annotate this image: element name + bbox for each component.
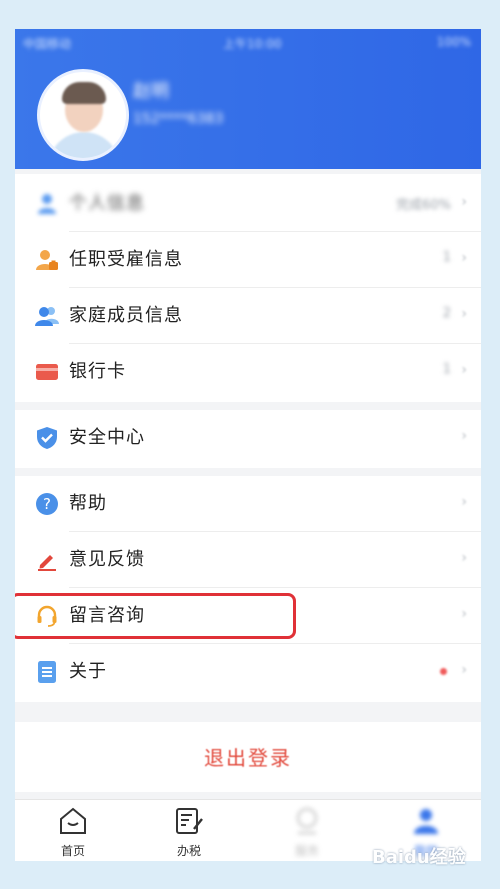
menu-label: 银行卡	[69, 361, 126, 382]
menu-item-feedback[interactable]: 意见反馈 ›	[15, 532, 481, 588]
menu-label: 家庭成员信息	[69, 305, 183, 326]
menu-value: 2	[442, 306, 451, 321]
family-icon	[35, 307, 59, 326]
menu-label: 帮助	[69, 493, 107, 514]
status-bar: 中国移动 上午10:00 100%	[15, 29, 481, 55]
security-card: 安全中心 ›	[15, 410, 481, 468]
tab-label: 办税	[176, 844, 201, 858]
logout-label: 退出登录	[204, 746, 292, 770]
user-name: 赵明	[133, 81, 169, 102]
tax-icon	[176, 808, 203, 834]
menu-value: 1	[442, 250, 451, 265]
menu-label: 个人信息	[69, 193, 145, 214]
chevron-right-icon: ›	[461, 194, 467, 210]
document-icon	[38, 661, 56, 683]
menu-value: 完成60%	[396, 198, 451, 213]
tab-tax[interactable]: 办税	[154, 804, 224, 860]
chevron-right-icon: ›	[461, 606, 467, 622]
chevron-right-icon: ›	[461, 250, 467, 266]
question-icon: ?	[36, 493, 58, 515]
highlight-box	[15, 593, 296, 639]
watermark: Baidu经验	[372, 847, 466, 868]
service-icon	[297, 808, 317, 834]
svg-text:?: ?	[43, 495, 51, 513]
profile-header: 中国移动 上午10:00 100% 赵明 152****6383	[15, 29, 481, 169]
menu-value: 1	[442, 362, 451, 377]
shield-icon	[37, 427, 57, 449]
menu-label: 关于	[69, 661, 107, 682]
tab-service[interactable]: 服务	[272, 804, 342, 860]
user-phone: 152****6383	[133, 111, 224, 127]
menu-item-help[interactable]: ? 帮助 ›	[15, 476, 481, 532]
phone-screen: 中国移动 上午10:00 100% 赵明 152****6383 个人信息 完成…	[15, 29, 481, 861]
user-icon	[38, 194, 56, 214]
menu-label: 安全中心	[69, 427, 145, 448]
logout-button[interactable]: 退出登录	[15, 722, 481, 792]
battery-text: 100%	[436, 35, 471, 49]
chevron-right-icon: ›	[461, 428, 467, 444]
support-card: ? 帮助 › 意见反馈 › 留言咨询 › 关于 ›	[15, 476, 481, 702]
home-icon	[60, 807, 86, 834]
employment-icon	[36, 250, 58, 270]
menu-item-bank-card[interactable]: 银行卡 1 ›	[15, 344, 481, 400]
menu-label: 任职受雇信息	[69, 249, 183, 270]
chevron-right-icon: ›	[461, 362, 467, 378]
tab-label: 服务	[294, 844, 319, 858]
time-text: 上午10:00	[223, 37, 282, 51]
menu-item-security[interactable]: 安全中心 ›	[15, 410, 481, 466]
profile-info-card: 个人信息 完成60% › 任职受雇信息 1 › 家庭成员信息 2 › 银行卡 1…	[15, 174, 481, 402]
chevron-right-icon: ›	[461, 306, 467, 322]
tab-label: 首页	[60, 844, 85, 858]
chevron-right-icon: ›	[461, 550, 467, 566]
tab-home[interactable]: 首页	[38, 804, 108, 860]
menu-item-about[interactable]: 关于 ›	[15, 644, 481, 700]
me-icon	[414, 809, 438, 834]
pen-icon	[38, 555, 56, 571]
bank-card-icon	[36, 364, 58, 380]
avatar[interactable]	[37, 69, 129, 161]
chevron-right-icon: ›	[461, 662, 467, 678]
menu-item-personal-info[interactable]: 个人信息 完成60% ›	[15, 176, 481, 232]
menu-label: 意见反馈	[69, 549, 145, 570]
menu-item-employment[interactable]: 任职受雇信息 1 ›	[15, 232, 481, 288]
new-dot	[440, 668, 447, 675]
carrier-text: 中国移动	[23, 37, 72, 51]
chevron-right-icon: ›	[461, 494, 467, 510]
menu-item-family[interactable]: 家庭成员信息 2 ›	[15, 288, 481, 344]
